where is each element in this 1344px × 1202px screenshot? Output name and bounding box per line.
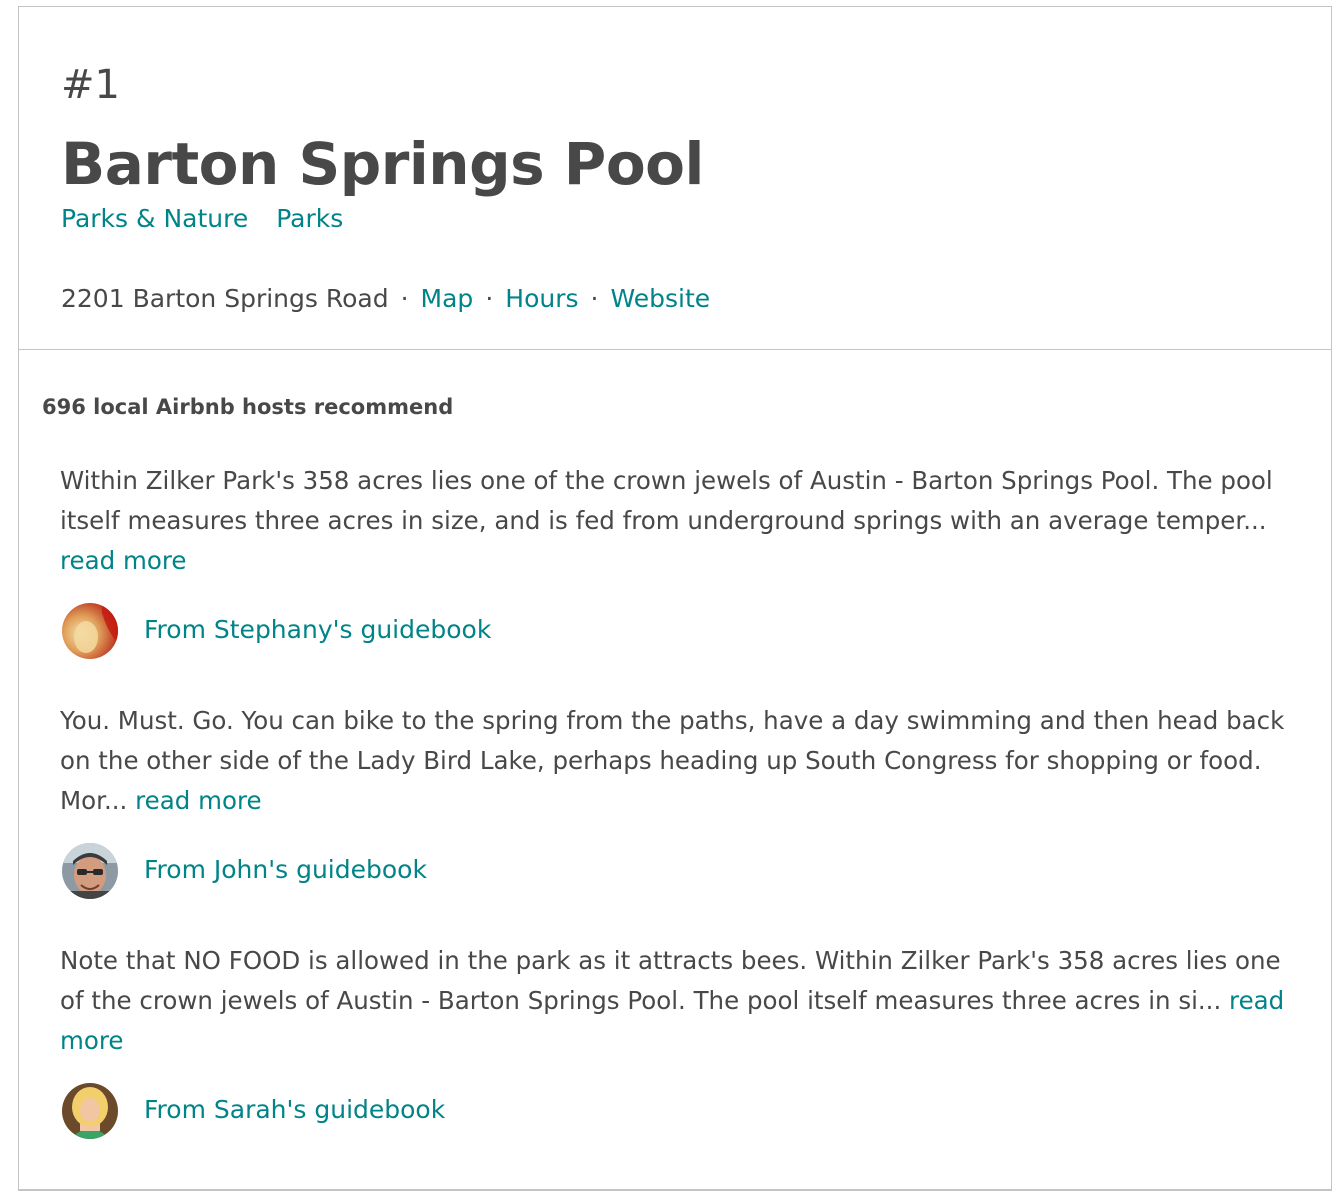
recommendation-item: Within Zilker Park's 358 acres lies one … xyxy=(60,461,1300,659)
next-card-edge xyxy=(18,1190,1332,1202)
author-row: From John's guidebook xyxy=(60,843,1300,899)
place-rank: #1 xyxy=(61,62,120,108)
separator-dot: · xyxy=(400,284,409,313)
recommendation-text: Note that NO FOOD is allowed in the park… xyxy=(60,946,1285,1055)
separator-dot: · xyxy=(590,284,599,313)
hours-link[interactable]: Hours xyxy=(505,284,578,313)
read-more-link[interactable]: read more xyxy=(135,786,261,815)
recommendation-item: You. Must. Go. You can bike to the sprin… xyxy=(60,701,1300,899)
category-list: Parks & Nature Parks xyxy=(61,203,371,235)
separator-dot: · xyxy=(485,284,494,313)
avatar-image-icon xyxy=(62,1083,118,1139)
website-link[interactable]: Website xyxy=(610,284,710,313)
place-header: #1 Barton Springs Pool Parks & Nature Par… xyxy=(19,7,1331,350)
guidebook-link-john[interactable]: From John's guidebook xyxy=(144,853,427,887)
recommendation-item: Note that NO FOOD is allowed in the park… xyxy=(60,941,1300,1139)
recommend-count: 696 local Airbnb hosts recommend xyxy=(42,395,454,419)
avatar-image-icon xyxy=(62,603,118,659)
read-more-link[interactable]: read more xyxy=(60,546,186,575)
recommendation-text: You. Must. Go. You can bike to the sprin… xyxy=(60,706,1285,815)
avatar-sarah[interactable] xyxy=(62,1083,118,1139)
recommendation-text: Within Zilker Park's 358 acres lies one … xyxy=(60,466,1273,575)
guidebook-link-stephany[interactable]: From Stephany's guidebook xyxy=(144,613,491,647)
category-link-parks[interactable]: Parks xyxy=(276,204,343,233)
category-link-parks-nature[interactable]: Parks & Nature xyxy=(61,204,248,233)
address-row: 2201 Barton Springs Road · Map · Hours · Websi… xyxy=(61,283,710,315)
author-row: From Stephany's guidebook xyxy=(60,603,1300,659)
avatar-john[interactable] xyxy=(62,843,118,899)
address-text: 2201 Barton Springs Road xyxy=(61,284,389,313)
guidebook-link-sarah[interactable]: From Sarah's guidebook xyxy=(144,1093,445,1127)
map-link[interactable]: Map xyxy=(421,284,474,313)
avatar-image-icon xyxy=(62,843,118,899)
author-row: From Sarah's guidebook xyxy=(60,1083,1300,1139)
place-title: Barton Springs Pool xyxy=(61,130,704,198)
avatar-stephany[interactable] xyxy=(62,603,118,659)
